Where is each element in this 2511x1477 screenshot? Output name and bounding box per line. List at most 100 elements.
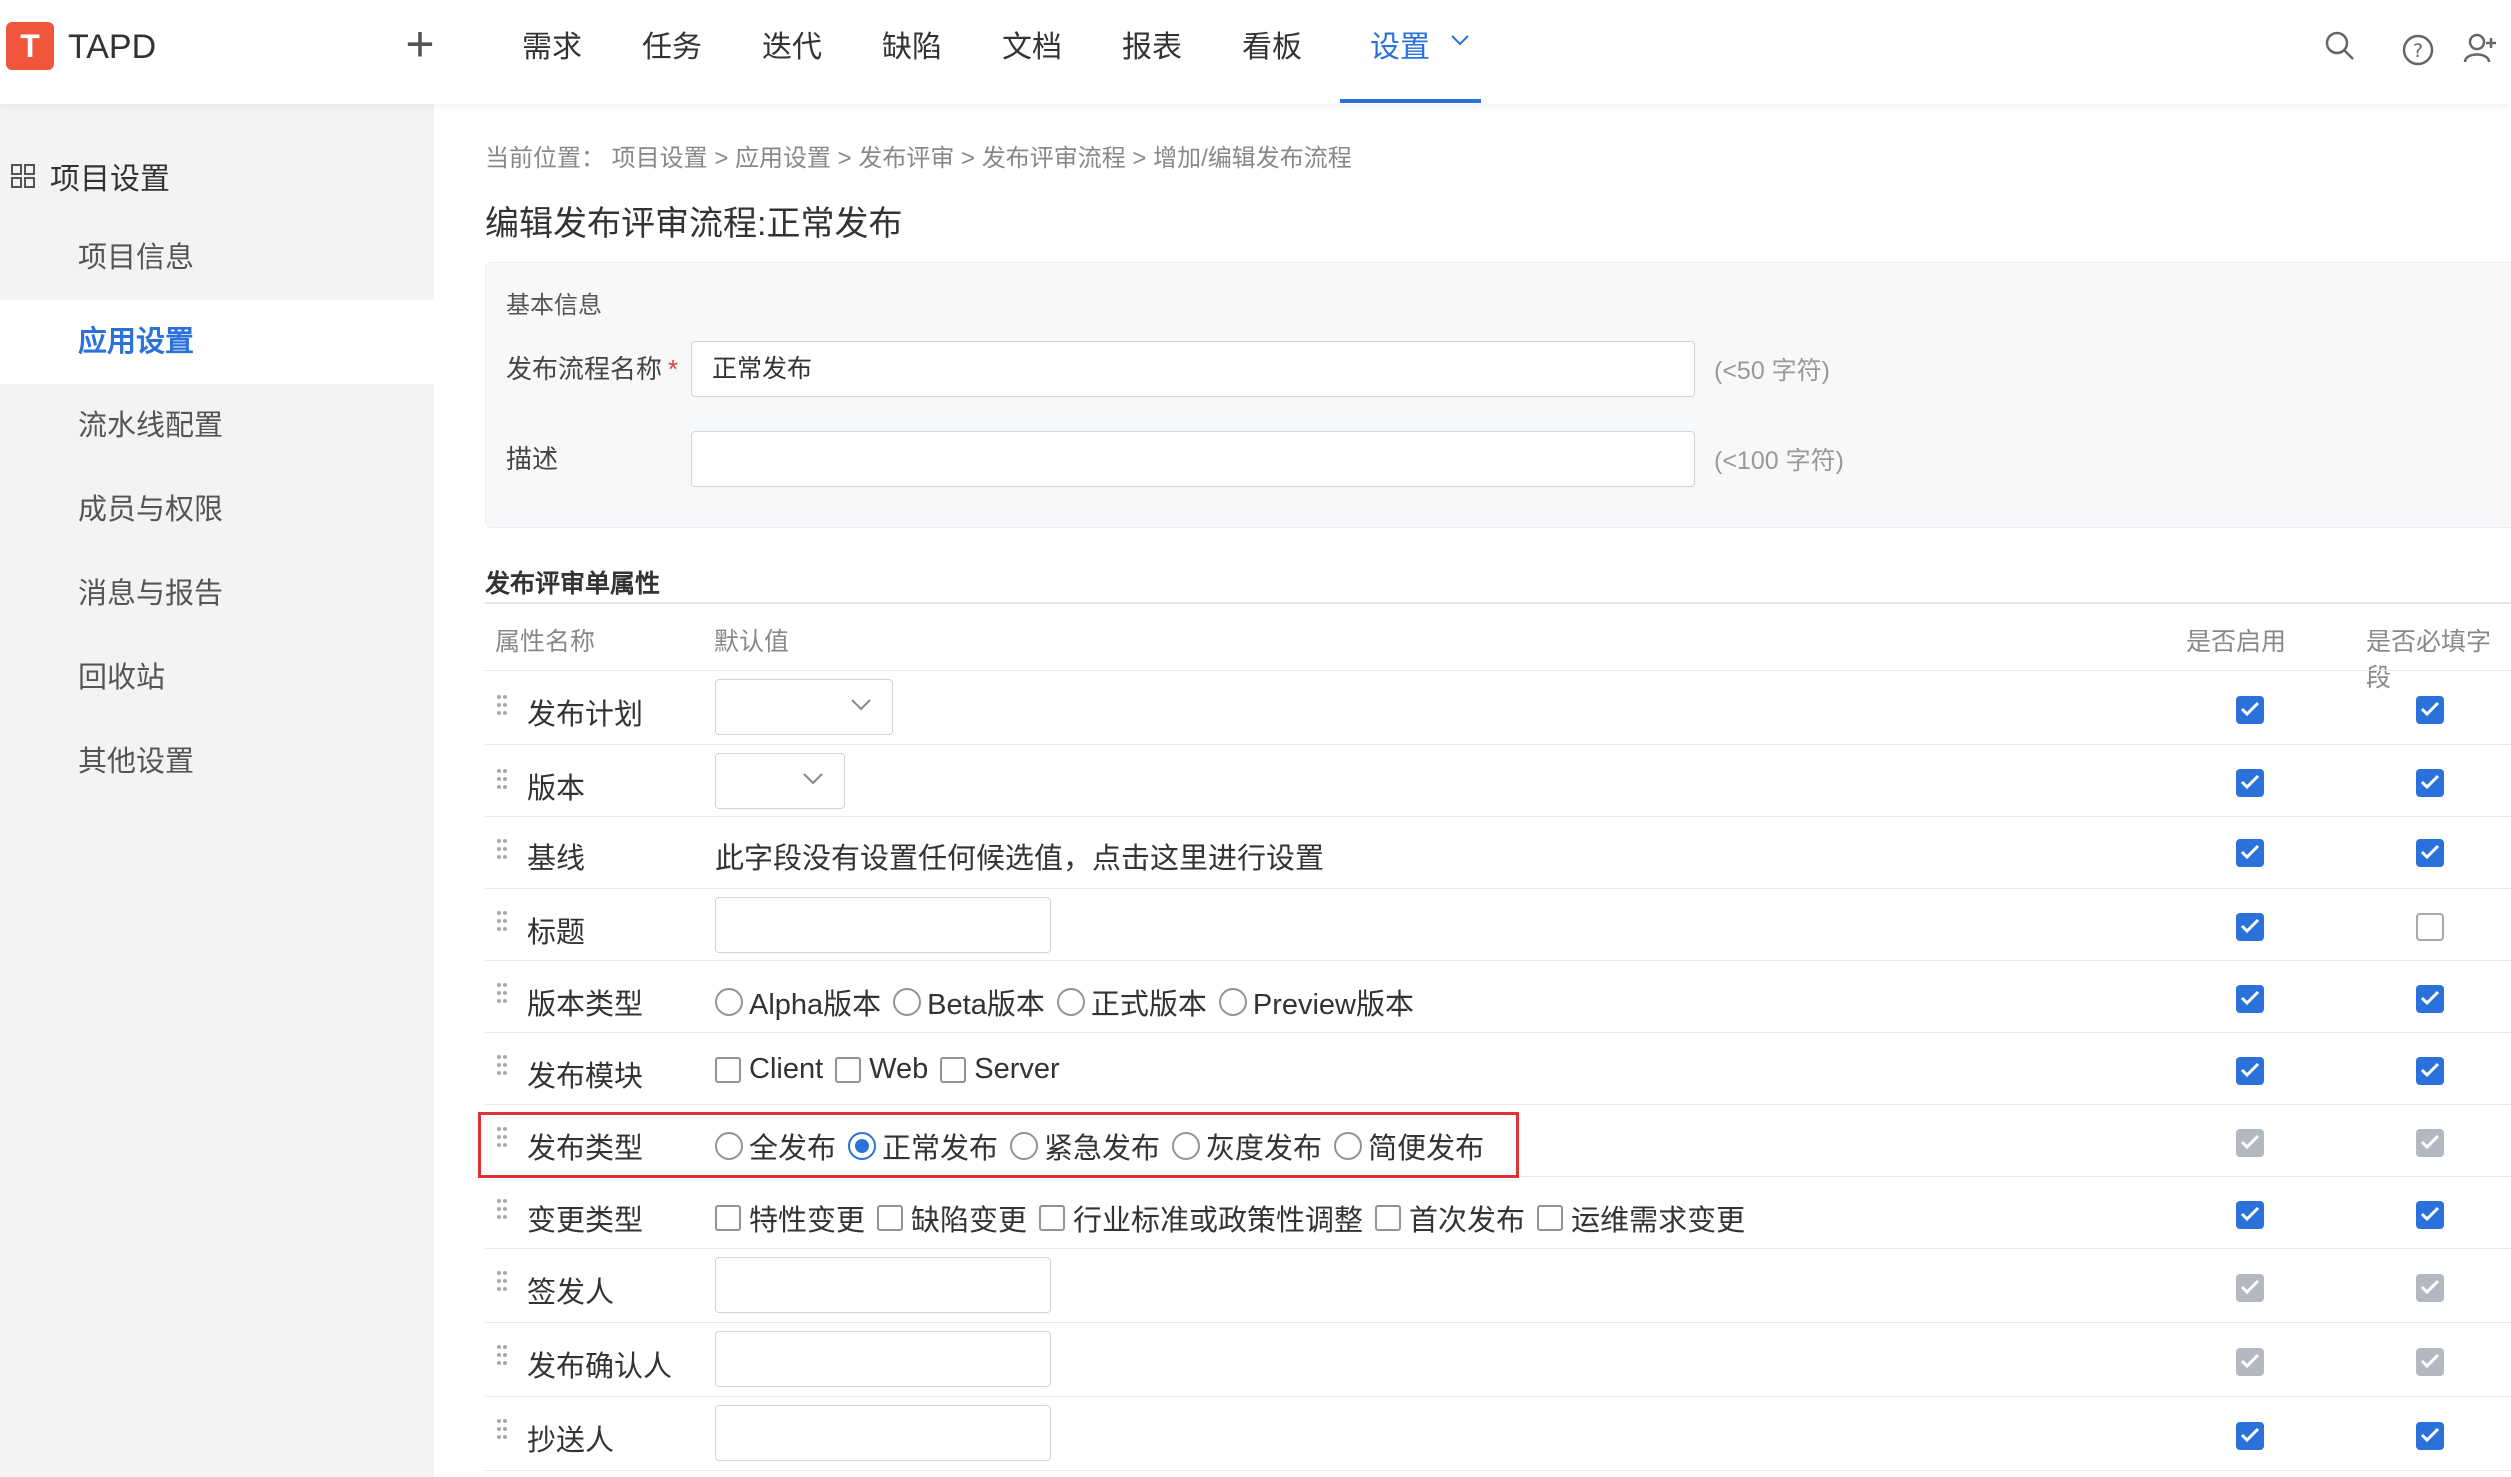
- nav-requirements[interactable]: 需求: [522, 22, 582, 82]
- radio-button[interactable]: [893, 988, 922, 1016]
- drag-handle-icon[interactable]: [495, 1269, 509, 1295]
- sidebar-item-members[interactable]: 成员与权限: [0, 468, 434, 552]
- nav-iterations[interactable]: 迭代: [762, 22, 822, 82]
- nav-docs[interactable]: 文档: [1002, 22, 1062, 82]
- checkbox[interactable]: [1537, 1205, 1564, 1231]
- radio-button[interactable]: [1218, 988, 1247, 1016]
- chevron-down-icon[interactable]: [1448, 28, 1472, 52]
- baseline-setup-link[interactable]: 此字段没有设置任何候选值，点击这里进行设置: [715, 835, 1324, 877]
- drag-handle-icon[interactable]: [495, 1053, 509, 1079]
- breadcrumb[interactable]: 当前位置： 项目设置 > 应用设置 > 发布评审 > 发布评审流程 > 增加/编…: [485, 138, 1352, 173]
- radio-option[interactable]: 正式版本: [1056, 981, 1207, 1023]
- required-checkbox[interactable]: [2416, 1422, 2444, 1450]
- checkbox-option[interactable]: 特性变更: [715, 1197, 865, 1239]
- radio-option[interactable]: Alpha版本: [715, 981, 881, 1023]
- nav-settings[interactable]: 设置: [1370, 22, 1430, 82]
- radio-option[interactable]: Beta版本: [893, 981, 1045, 1023]
- section-divider: [485, 602, 2511, 604]
- checkbox[interactable]: [1375, 1205, 1402, 1231]
- table-row: 发布模块 Client Web Server: [485, 1033, 2511, 1105]
- user-add-icon[interactable]: [2462, 30, 2498, 66]
- checkbox-option[interactable]: Client: [715, 1053, 823, 1086]
- sidebar-item-other[interactable]: 其他设置: [0, 720, 434, 804]
- radio-button[interactable]: [1056, 988, 1085, 1016]
- app-name[interactable]: TAPD: [68, 28, 156, 67]
- tapd-logo[interactable]: T: [6, 22, 54, 70]
- radio-option[interactable]: Preview版本: [1218, 981, 1414, 1023]
- required-checkbox[interactable]: [2416, 1201, 2444, 1229]
- release-name-input[interactable]: 正常发布: [691, 341, 1695, 397]
- sidebar-item-messages[interactable]: 消息与报告: [0, 552, 434, 636]
- version-select[interactable]: [715, 753, 845, 809]
- cc-input[interactable]: [715, 1405, 1051, 1461]
- release-name-label: 发布流程名称 *: [506, 354, 679, 384]
- sidebar-header-label: 项目设置: [50, 163, 170, 196]
- check-icon: [2240, 844, 2260, 860]
- checkbox-option[interactable]: Web: [835, 1053, 928, 1086]
- checkbox[interactable]: [835, 1056, 862, 1083]
- check-icon: [2240, 1279, 2260, 1295]
- drag-handle-icon[interactable]: [495, 837, 509, 863]
- sidebar-item-recycle-bin[interactable]: 回收站: [0, 636, 434, 720]
- enabled-checkbox[interactable]: [2236, 839, 2264, 867]
- drag-handle-icon[interactable]: [495, 693, 509, 719]
- drag-handle-icon[interactable]: [495, 909, 509, 935]
- plus-icon[interactable]: +: [394, 18, 446, 70]
- confirmer-input[interactable]: [715, 1331, 1051, 1387]
- nav-reports[interactable]: 报表: [1122, 22, 1182, 82]
- header-default-value: 默认值: [714, 628, 790, 656]
- release-plan-select[interactable]: [715, 679, 893, 735]
- enabled-checkbox[interactable]: [2236, 1422, 2264, 1450]
- required-checkbox: [2416, 1348, 2444, 1376]
- check-icon: [2240, 1427, 2260, 1443]
- required-checkbox[interactable]: [2416, 769, 2444, 797]
- checkbox[interactable]: [715, 1056, 741, 1083]
- nav-boards[interactable]: 看板: [1242, 22, 1302, 82]
- nav-bugs[interactable]: 缺陷: [882, 22, 942, 82]
- release-name-hint: (<50 字符): [1714, 357, 1831, 385]
- description-label: 描述: [506, 444, 559, 474]
- drag-handle-icon[interactable]: [495, 1343, 509, 1369]
- sidebar-item-app-settings[interactable]: 应用设置: [0, 300, 434, 384]
- enabled-checkbox[interactable]: [2236, 985, 2264, 1013]
- required-checkbox[interactable]: [2416, 1057, 2444, 1085]
- radio-button[interactable]: [715, 988, 743, 1016]
- table-row: 基线 此字段没有设置任何候选值，点击这里进行设置: [485, 817, 2511, 889]
- enabled-checkbox[interactable]: [2236, 696, 2264, 724]
- checkbox[interactable]: [940, 1056, 967, 1083]
- nav-tasks[interactable]: 任务: [642, 22, 702, 82]
- required-checkbox[interactable]: [2416, 985, 2444, 1013]
- drag-handle-icon[interactable]: [495, 767, 509, 793]
- help-icon[interactable]: ?: [2400, 32, 2436, 68]
- row-label: 发布计划: [527, 699, 644, 731]
- drag-handle-icon[interactable]: [495, 981, 509, 1007]
- check-icon: [2240, 918, 2260, 934]
- sidebar-item-project-info[interactable]: 项目信息: [0, 216, 434, 300]
- checkbox-option[interactable]: 运维需求变更: [1537, 1197, 1745, 1239]
- checkbox-option[interactable]: 首次发布: [1375, 1197, 1525, 1239]
- enabled-checkbox[interactable]: [2236, 1057, 2264, 1085]
- enabled-checkbox[interactable]: [2236, 913, 2264, 941]
- drag-handle-icon[interactable]: [495, 1197, 509, 1223]
- checkbox-option[interactable]: Server: [940, 1053, 1060, 1086]
- required-checkbox[interactable]: [2416, 839, 2444, 867]
- drag-handle-icon[interactable]: [495, 1417, 509, 1443]
- change-type-checkbox-group: 特性变更 缺陷变更 行业标准或政策性调整 首次发布 运维需求变更: [715, 1197, 1757, 1239]
- chevron-down-icon: [851, 699, 871, 711]
- sidebar-item-pipeline[interactable]: 流水线配置: [0, 384, 434, 468]
- enabled-checkbox[interactable]: [2236, 1201, 2264, 1229]
- checkbox[interactable]: [877, 1205, 904, 1231]
- checkbox[interactable]: [1039, 1205, 1066, 1231]
- required-checkbox[interactable]: [2416, 913, 2444, 941]
- search-icon[interactable]: [2322, 28, 2358, 64]
- description-input[interactable]: [691, 431, 1695, 487]
- check-icon: [2420, 1134, 2440, 1150]
- required-checkbox[interactable]: [2416, 696, 2444, 724]
- checkbox-option[interactable]: 缺陷变更: [877, 1197, 1027, 1239]
- row-label: 发布确认人: [527, 1351, 673, 1383]
- checkbox-option[interactable]: 行业标准或政策性调整: [1039, 1197, 1363, 1239]
- checkbox[interactable]: [715, 1205, 741, 1231]
- enabled-checkbox[interactable]: [2236, 769, 2264, 797]
- title-input[interactable]: [715, 897, 1051, 953]
- signer-input[interactable]: [715, 1257, 1051, 1313]
